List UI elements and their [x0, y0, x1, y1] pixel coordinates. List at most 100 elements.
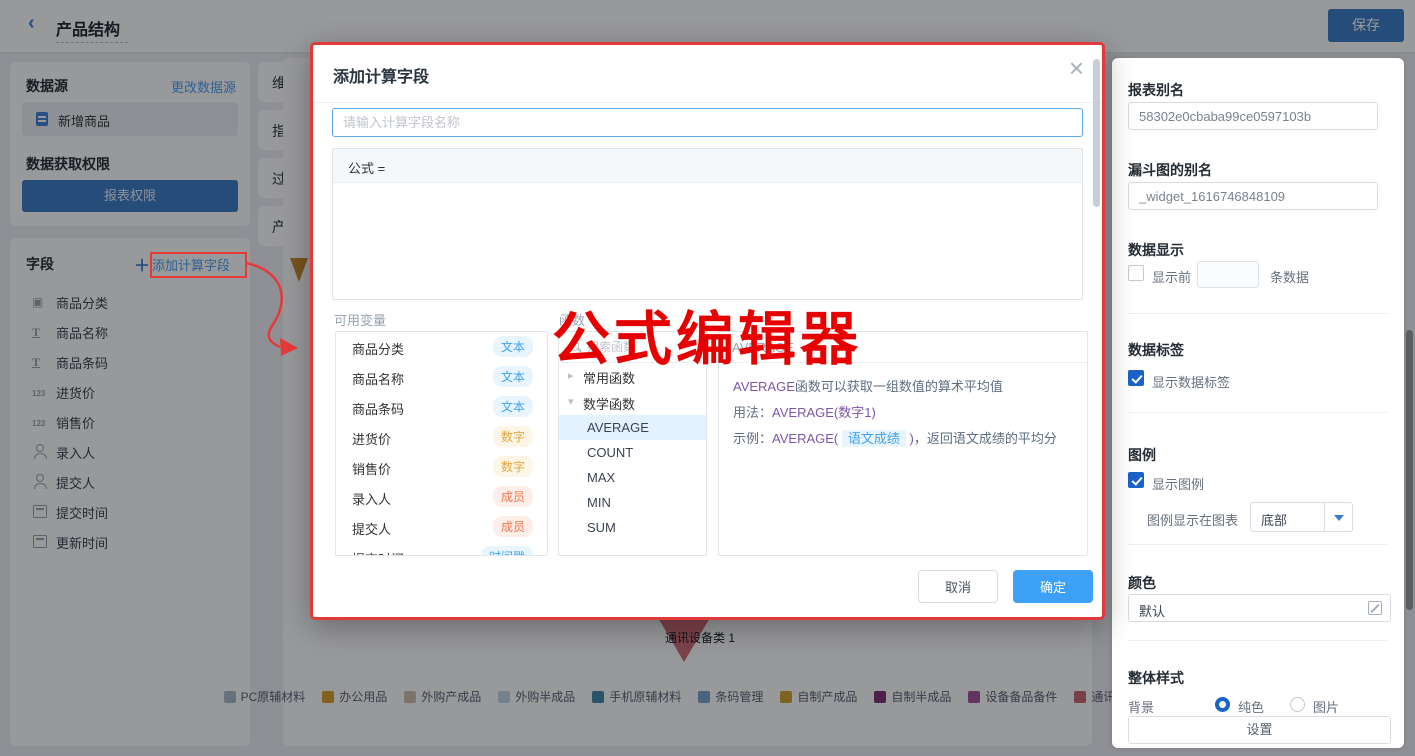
modal-title: 添加计算字段 — [333, 63, 429, 87]
image-radio[interactable] — [1290, 697, 1305, 712]
report-alias-label: 报表别名 — [1128, 80, 1184, 100]
function-item[interactable]: MIN — [559, 490, 706, 515]
variable-name: 进货价 — [352, 429, 391, 448]
show-data-label-text: 显示数据标签 — [1152, 372, 1230, 391]
overall-style-title: 整体样式 — [1128, 668, 1184, 688]
function-name: AVERAGE — [587, 420, 649, 435]
variables-list: 商品分类 文本 商品名称 文本 商品条码 文本 进货价 数字 — [335, 331, 548, 556]
divider — [1128, 544, 1388, 545]
description-segment: 用法： — [733, 405, 772, 420]
function-group-math[interactable]: ▾ 数学函数 — [559, 389, 706, 415]
variable-name: 提交时间 — [352, 549, 404, 556]
cancel-button[interactable]: 取消 — [918, 570, 998, 603]
style-settings-sidebar: 报表别名 漏斗图的别名 数据显示 显示前 条数据 数据标签 显示数据标签 图例 … — [1112, 58, 1404, 748]
app-root: ‹ 产品结构 保存 数据源 更改数据源 新增商品 数据获取权限 报表权限 字段 … — [0, 0, 1415, 756]
variable-row[interactable]: 商品名称 文本 — [336, 362, 547, 392]
image-label: 图片 — [1313, 697, 1339, 716]
show-first-label: 显示前 — [1152, 267, 1191, 286]
show-legend-checkbox[interactable] — [1128, 472, 1144, 488]
variable-row[interactable]: 商品条码 文本 — [336, 392, 547, 422]
function-items: AVERAGE COUNT MAX MIN SUM — [559, 415, 706, 540]
divider — [1128, 640, 1388, 641]
show-first-checkbox[interactable] — [1128, 265, 1144, 281]
variable-name: 录入人 — [352, 489, 391, 508]
close-icon[interactable]: × — [1069, 55, 1084, 81]
variable-name: 商品条码 — [352, 399, 404, 418]
example-line: 示例：AVERAGE( 语文成绩 )，返回语文成绩的平均分 — [733, 428, 1073, 449]
legend-title: 图例 — [1128, 445, 1156, 465]
variable-row[interactable]: 提交时间 时间戳 — [336, 542, 547, 556]
color-title: 颜色 — [1128, 573, 1156, 593]
function-name: COUNT — [587, 445, 633, 460]
row-count-input[interactable] — [1197, 261, 1259, 288]
description-segment: AVERAGE — [733, 379, 795, 394]
solid-color-radio[interactable] — [1215, 697, 1230, 712]
divider — [1128, 412, 1388, 413]
description-segment: AVERAGE( — [772, 431, 842, 446]
variable-row[interactable]: 销售价 数字 — [336, 452, 547, 482]
function-description-content: AVERAGE函数可以获取一组数值的算术平均值 用法：AVERAGE(数字1) … — [719, 363, 1087, 467]
color-value: 默认 — [1139, 601, 1165, 620]
show-legend-text: 显示图例 — [1152, 474, 1204, 493]
description-segment: 示例： — [733, 431, 772, 446]
variables-scrollbar-thumb[interactable] — [1093, 59, 1100, 207]
chevron-down-icon: ▾ — [568, 395, 574, 408]
function-item[interactable]: SUM — [559, 515, 706, 540]
variable-row[interactable]: 提交人 成员 — [336, 512, 547, 542]
legend-position-value: 底部 — [1261, 510, 1287, 529]
data-label-title: 数据标签 — [1128, 340, 1184, 360]
description-segment: AVERAGE(数字1) — [772, 405, 876, 420]
variable-name: 商品名称 — [352, 369, 404, 388]
legend-position-label: 图例显示在图表 — [1147, 510, 1238, 529]
background-label: 背景 — [1128, 697, 1154, 716]
description-line: AVERAGE函数可以获取一组数值的算术平均值 — [733, 376, 1073, 397]
description-segment: ，返回语文成绩的平均分 — [914, 431, 1057, 446]
variable-name: 销售价 — [352, 459, 391, 478]
function-item[interactable]: COUNT — [559, 440, 706, 465]
formula-editor[interactable]: 公式 = — [332, 148, 1083, 300]
data-display-label: 数据显示 — [1128, 240, 1184, 260]
variable-row[interactable]: 商品分类 文本 — [336, 332, 547, 362]
function-group-label: 数学函数 — [583, 394, 635, 413]
show-data-label-checkbox[interactable] — [1128, 370, 1144, 386]
report-alias-input[interactable] — [1128, 102, 1378, 130]
chevron-down-icon — [1324, 503, 1352, 531]
variable-type-tag: 时间戳 — [481, 546, 533, 556]
annotation-highlight-box — [150, 252, 247, 278]
widget-alias-label: 漏斗图的别名 — [1128, 160, 1212, 180]
confirm-button[interactable]: 确定 — [1013, 570, 1093, 603]
divider — [1128, 313, 1388, 314]
description-segment: 函数可以获取一组数值的算术平均值 — [795, 379, 1003, 394]
function-item[interactable]: AVERAGE — [559, 415, 706, 440]
variable-name: 提交人 — [352, 519, 391, 538]
rows-suffix-label: 条数据 — [1270, 267, 1309, 286]
solid-color-label: 纯色 — [1238, 697, 1264, 716]
formula-label: 公式 = — [348, 158, 385, 177]
calc-field-name-input[interactable] — [332, 108, 1083, 137]
color-picker-box[interactable]: 默认 — [1128, 594, 1391, 622]
legend-position-select[interactable]: 底部 — [1250, 502, 1353, 532]
variable-type-tag: 文本 — [493, 336, 533, 357]
annotation-arrow — [240, 250, 320, 365]
function-name: MAX — [587, 470, 615, 485]
available-variables-label: 可用变量 — [334, 310, 386, 329]
description-segment: 语文成绩 — [842, 430, 906, 447]
usage-line: 用法：AVERAGE(数字1) — [733, 402, 1073, 423]
function-name: MIN — [587, 495, 611, 510]
variable-type-tag: 成员 — [493, 516, 533, 537]
variable-row[interactable]: 录入人 成员 — [336, 482, 547, 512]
function-name: SUM — [587, 520, 616, 535]
variable-row[interactable]: 进货价 数字 — [336, 422, 547, 452]
divider — [313, 102, 1102, 103]
variable-type-tag: 数字 — [493, 456, 533, 477]
variable-type-tag: 文本 — [493, 366, 533, 387]
annotation-overlay-text: 公式编辑器 — [552, 292, 862, 376]
settings-button[interactable]: 设置 — [1128, 716, 1391, 744]
variable-type-tag: 成员 — [493, 486, 533, 507]
variable-name: 商品分类 — [352, 339, 404, 358]
variable-type-tag: 文本 — [493, 396, 533, 417]
edit-icon — [1368, 601, 1382, 615]
widget-alias-input[interactable] — [1128, 182, 1378, 210]
formula-header: 公式 = — [333, 149, 1082, 183]
function-item[interactable]: MAX — [559, 465, 706, 490]
